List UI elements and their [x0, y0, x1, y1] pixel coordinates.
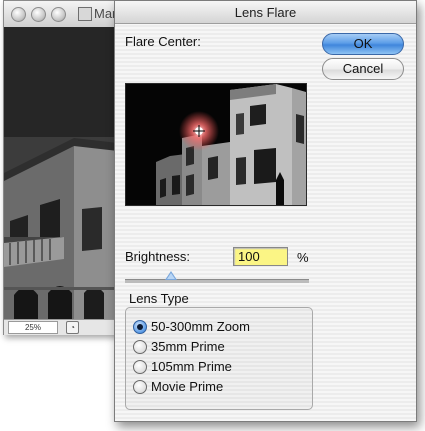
- brightness-slider-track[interactable]: [125, 279, 309, 283]
- lens-type-option-label: 35mm Prime: [151, 339, 225, 354]
- document-icon: [78, 7, 92, 21]
- radio-button[interactable]: [133, 320, 147, 334]
- radio-button[interactable]: [133, 380, 147, 394]
- cancel-button[interactable]: Cancel: [322, 58, 404, 80]
- lens-type-option-label: 50-300mm Zoom: [151, 319, 250, 334]
- flare-center-label: Flare Center:: [125, 34, 201, 49]
- radio-button[interactable]: [133, 340, 147, 354]
- lens-type-option-label: 105mm Prime: [151, 359, 232, 374]
- close-icon[interactable]: [11, 7, 26, 22]
- preview-image: [126, 84, 306, 205]
- brightness-input[interactable]: [233, 247, 288, 266]
- brightness-unit: %: [297, 250, 309, 265]
- lens-type-option-label: Movie Prime: [151, 379, 224, 394]
- lens-type-label: Lens Type: [129, 291, 189, 306]
- flare-preview[interactable]: [125, 83, 307, 206]
- brightness-label: Brightness:: [125, 249, 191, 264]
- brightness-slider-thumb[interactable]: [165, 271, 177, 280]
- dialog-titlebar[interactable]: Lens Flare: [115, 1, 416, 24]
- lens-flare-dialog: Lens Flare Flare Center: OK Cancel Brigh…: [114, 0, 417, 422]
- status-menu-icon[interactable]: ◔: [66, 321, 79, 334]
- zoom-icon[interactable]: [51, 7, 66, 22]
- radio-button[interactable]: [133, 360, 147, 374]
- zoom-level-field[interactable]: 25%: [8, 321, 58, 334]
- minimize-icon[interactable]: [31, 7, 46, 22]
- lens-type-group: 50-300mm Zoom 35mm Prime 105mm Prime Movie …: [125, 307, 313, 410]
- ok-button[interactable]: OK: [322, 33, 404, 55]
- dialog-title: Lens Flare: [234, 5, 297, 20]
